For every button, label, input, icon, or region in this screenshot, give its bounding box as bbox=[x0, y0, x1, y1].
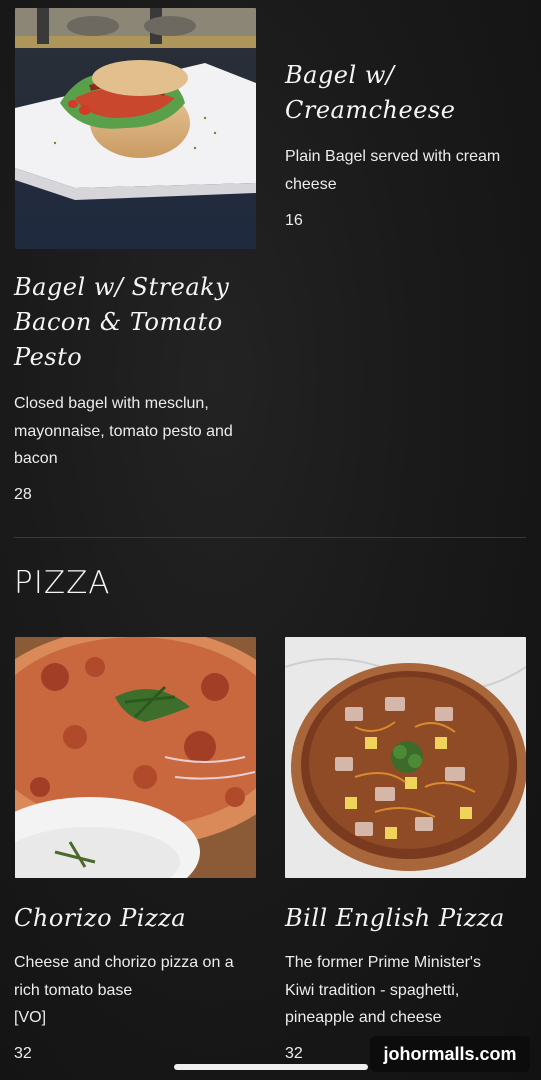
item-title-bill-english-pizza: Bill English Pizza bbox=[285, 904, 505, 932]
description-line: Kiwi tradition - spaghetti, bbox=[285, 981, 460, 999]
description-line: mayonnaise, tomato pesto and bbox=[14, 422, 233, 440]
item-title-bagel-bacon: Bagel w/ Streaky Bacon & Tomato Pesto bbox=[14, 270, 264, 375]
description-line: cheese bbox=[285, 175, 337, 193]
item-title-line: Bacon & Tomato bbox=[14, 308, 223, 336]
item-price-bill-english-pizza: 32 bbox=[285, 1045, 303, 1062]
item-description-bagel-bacon: Closed bagel with mesclun, mayonnaise, t… bbox=[14, 390, 264, 473]
item-title-line: Pesto bbox=[14, 343, 83, 371]
item-price-bagel-creamcheese: 16 bbox=[285, 212, 303, 229]
description-line: Cheese and chorizo pizza on a bbox=[14, 954, 234, 971]
description-line: Plain Bagel served with cream bbox=[285, 148, 501, 165]
description-line: Closed bagel with mesclun, bbox=[14, 395, 209, 412]
description-line: [VO] bbox=[14, 1009, 47, 1026]
item-title-line: Creamcheese bbox=[285, 96, 456, 124]
bill-english-pizza-photo[interactable] bbox=[285, 637, 526, 878]
bill-english-pizza-image bbox=[285, 637, 526, 878]
description-line: rich tomato base bbox=[14, 981, 133, 999]
item-title-line: Bagel w/ Streaky bbox=[14, 273, 230, 301]
section-divider bbox=[14, 537, 526, 538]
description-line: The former Prime Minister's bbox=[285, 954, 481, 971]
item-price-chorizo-pizza: 32 bbox=[14, 1045, 32, 1062]
item-description-bagel-creamcheese: Plain Bagel served with cream cheese bbox=[285, 143, 530, 198]
item-title-bagel-creamcheese: Bagel w/ Creamcheese bbox=[285, 58, 525, 128]
chorizo-pizza-image bbox=[15, 637, 256, 878]
item-description-chorizo-pizza: Cheese and chorizo pizza on a rich tomat… bbox=[14, 949, 269, 1032]
description-line: bacon bbox=[14, 450, 58, 467]
chorizo-pizza-photo[interactable] bbox=[15, 637, 256, 878]
section-title-pizza: PIZZA bbox=[14, 565, 111, 601]
description-line: pineapple and cheese bbox=[285, 1009, 442, 1026]
bagel-bacon-image bbox=[15, 8, 256, 249]
item-title-line: Bagel w/ bbox=[285, 61, 395, 89]
home-indicator-bar[interactable] bbox=[174, 1064, 368, 1070]
bagel-bacon-photo[interactable] bbox=[15, 8, 256, 249]
watermark-badge: johormalls.com bbox=[370, 1036, 530, 1072]
item-price-bagel-bacon: 28 bbox=[14, 486, 32, 503]
item-title-chorizo-pizza: Chorizo Pizza bbox=[14, 904, 187, 932]
item-description-bill-english-pizza: The former Prime Minister's Kiwi traditi… bbox=[285, 949, 535, 1032]
